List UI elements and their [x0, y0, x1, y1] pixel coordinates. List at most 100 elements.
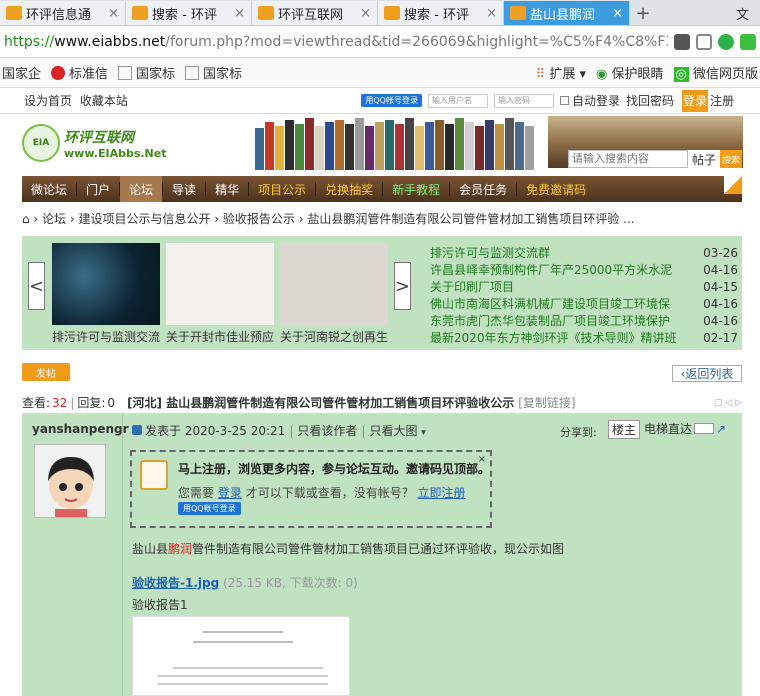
close-tab-icon[interactable]: ×: [108, 6, 119, 21]
shield-icon[interactable]: [674, 33, 690, 50]
dropdown-icon[interactable]: ▾: [421, 428, 426, 438]
browser-tab-1[interactable]: 环评信息通 ×: [0, 1, 126, 25]
set-home-link[interactable]: 设为首页: [24, 94, 72, 108]
bookmark-site-link[interactable]: 收藏本站: [80, 94, 128, 108]
page-icon: [185, 65, 200, 80]
notice-qq-login-button[interactable]: 用QQ帐号登录: [178, 502, 241, 515]
notice-text: 您需要: [178, 486, 215, 500]
nav-tasks[interactable]: 会员任务: [450, 176, 516, 202]
news-item[interactable]: 佛山市南海区科满机械厂建设项目竣工环境保 04-16: [430, 295, 738, 312]
tab-overflow-button[interactable]: 文: [736, 1, 760, 25]
url-text[interactable]: https://www.eiabbs.net/forum.php?mod=vie…: [4, 34, 668, 50]
elevator-label: 电梯直达: [644, 422, 693, 436]
bookmark-item[interactable]: 国家标: [118, 63, 175, 82]
checkbox-icon: [559, 96, 569, 105]
url-domain: www.eiabbs.net: [54, 33, 166, 50]
attachment-link[interactable]: 验收报告-1.jpg: [132, 576, 219, 590]
register-button[interactable]: 注册: [708, 92, 736, 109]
star-icon[interactable]: [696, 33, 712, 50]
forgot-password-link[interactable]: 找回密码: [626, 92, 674, 109]
post-date: 发表于 2020-3-25 20:21: [145, 424, 286, 438]
new-post-button[interactable]: 发帖: [22, 363, 70, 381]
nav-guide[interactable]: 导读: [163, 176, 205, 202]
bookmark-item[interactable]: 国家标: [185, 63, 242, 82]
qq-login-button[interactable]: 用QQ帐号登录: [361, 94, 422, 107]
refresh-icon[interactable]: [718, 33, 734, 50]
nav-project-notice[interactable]: 项目公示: [249, 176, 315, 202]
thumbnail-network[interactable]: [52, 243, 160, 325]
news-date: 04-16: [703, 262, 738, 277]
thumbnail-document[interactable]: [280, 243, 388, 325]
news-item[interactable]: 最新2020年东方神剑环评《技术导则》精讲班 02-17: [430, 329, 738, 346]
back-to-list-button[interactable]: ‹返回列表: [672, 365, 742, 382]
address-bar[interactable]: https://www.eiabbs.net/forum.php?mod=vie…: [0, 26, 760, 58]
slider-prev-button[interactable]: <: [28, 262, 45, 310]
nav-digest[interactable]: 精华: [206, 176, 248, 202]
bookmark-item[interactable]: 国家企: [2, 63, 41, 82]
avatar[interactable]: [34, 444, 106, 518]
notice-register-link[interactable]: 立即注册: [418, 486, 466, 500]
slider-next-button[interactable]: >: [394, 262, 411, 310]
close-tab-icon[interactable]: ×: [486, 6, 497, 21]
search-input[interactable]: 请输入搜索内容: [567, 150, 688, 168]
wechat-label: 微信网页版: [692, 67, 758, 82]
login-button[interactable]: 登录: [682, 89, 708, 112]
floor-input[interactable]: [694, 423, 715, 434]
only-author-link[interactable]: 只看该作者: [297, 424, 357, 438]
emblem-icon: [51, 65, 66, 80]
breadcrumb[interactable]: ⌂ › 论坛 › 建设项目公示与信息公开 › 验收报告公示 › 盐山县鹏润管件制…: [22, 208, 742, 228]
news-item[interactable]: 许昌县峄幸预制构件厂年产25000平方米水泥 04-16: [430, 261, 738, 278]
nav-weiluntan[interactable]: 微论坛: [22, 176, 76, 202]
author-name[interactable]: yanshanpengr: [32, 422, 129, 436]
bookmarks-bar: 国家企 标准信 国家标 国家标 ⠿ 扩展 ▾ ◉ 保护眼睛 ◎ 微信网页版: [0, 58, 760, 88]
extension-button[interactable]: ⠿ 扩展 ▾: [536, 63, 586, 82]
news-item[interactable]: 关于印刷厂项目 04-15: [430, 278, 738, 295]
copy-link-button[interactable]: [复制链接]: [518, 394, 575, 411]
wechat-button[interactable]: ◎ 微信网页版: [673, 63, 758, 82]
floor-owner-badge: 楼主: [608, 420, 641, 439]
replies-label: 回复:: [77, 396, 106, 410]
new-tab-button[interactable]: +: [630, 1, 656, 25]
nav-portal[interactable]: 门户: [77, 176, 119, 202]
go-floor-icon[interactable]: ↗: [716, 422, 726, 436]
share-label[interactable]: 分享到:: [560, 424, 597, 440]
lightning-icon[interactable]: [740, 33, 756, 50]
browser-tab-3[interactable]: 环评互联网 ×: [252, 1, 378, 25]
site-favicon-icon: [258, 6, 274, 20]
close-tab-icon[interactable]: ×: [360, 6, 371, 21]
close-tab-icon[interactable]: ×: [612, 6, 623, 21]
browser-tab-4[interactable]: 搜索 - 环评 ×: [378, 1, 504, 25]
big-image-link[interactable]: 只看大图: [369, 424, 417, 438]
prev-thread-icon[interactable]: ◁: [725, 398, 732, 408]
close-tab-icon[interactable]: ×: [234, 6, 245, 21]
site-favicon-icon: [6, 6, 22, 20]
auto-login-checkbox[interactable]: 自动登录: [559, 92, 620, 109]
nav-forum[interactable]: 论坛: [120, 176, 163, 202]
print-icon[interactable]: ▢: [714, 398, 723, 408]
next-thread-icon[interactable]: ▷: [735, 398, 742, 408]
search-button[interactable]: 搜索: [720, 150, 742, 168]
top-links: 设为首页 收藏本站: [24, 92, 132, 109]
attachment-image[interactable]: [132, 616, 350, 696]
thumbnail-caption[interactable]: 关于河南锐之创再生: [280, 328, 390, 345]
tab-title: 环评互联网: [278, 7, 344, 23]
username-input[interactable]: 输入用户名: [427, 93, 488, 108]
nav-lottery[interactable]: 兑换抽奖: [316, 176, 382, 202]
nav-invite-code[interactable]: 免费邀请码: [517, 176, 595, 202]
close-icon[interactable]: ×: [478, 454, 486, 465]
browser-tab-2[interactable]: 搜索 - 环评 ×: [126, 1, 252, 25]
thumbnail-caption[interactable]: 排污许可与监测交流: [52, 328, 162, 345]
eye-protection-button[interactable]: ◉ 保护眼睛: [596, 63, 664, 82]
bookmark-item[interactable]: 标准信: [51, 63, 108, 82]
search-type-select[interactable]: 帖子: [688, 151, 720, 168]
thumbnail-caption[interactable]: 关于开封市佳业预应: [166, 328, 276, 345]
browser-tab-active[interactable]: 盐山县鹏润 ×: [504, 1, 630, 25]
replies-count: 0: [107, 395, 116, 410]
notice-login-link[interactable]: 登录: [218, 486, 242, 500]
thumbnail-document[interactable]: [166, 243, 274, 325]
site-logo[interactable]: EIA 环评互联网 www.EIAbbs.Net: [22, 124, 166, 162]
password-input[interactable]: 输入密码: [493, 93, 554, 108]
news-item[interactable]: 东莞市虎门杰华包装制品厂项目竣工环境保护 04-16: [430, 312, 738, 329]
news-item[interactable]: 排污许可与监测交流群 03-26: [430, 244, 738, 261]
nav-tutorial[interactable]: 新手教程: [383, 176, 449, 202]
